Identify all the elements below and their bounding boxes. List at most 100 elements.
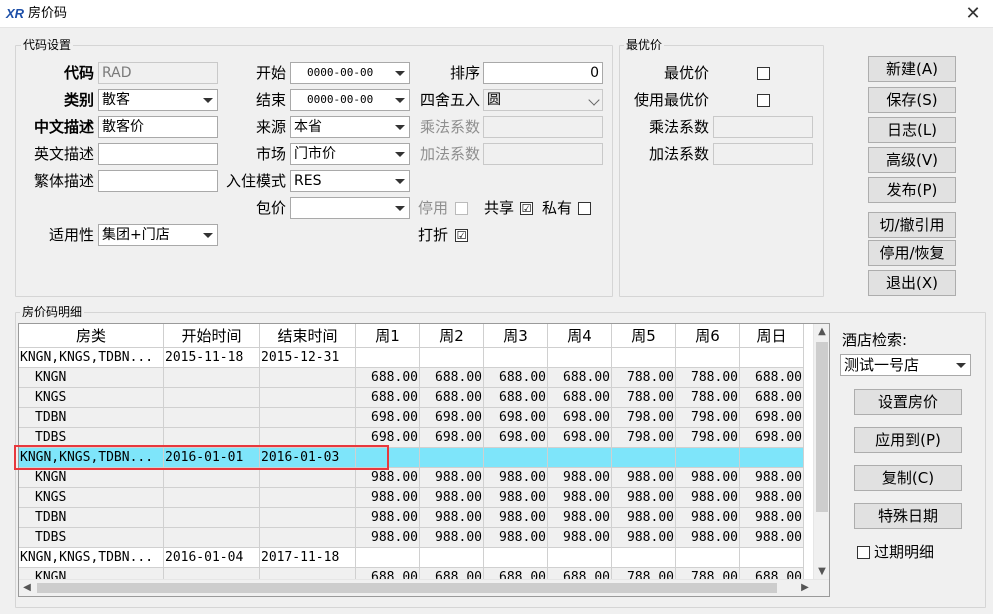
- grid-cell[interactable]: [260, 368, 356, 388]
- arrow-right-icon[interactable]: ▶: [797, 580, 813, 596]
- grid-cell[interactable]: [484, 448, 548, 468]
- grid-cell[interactable]: [676, 448, 740, 468]
- tc-desc-field[interactable]: [98, 170, 218, 192]
- advanced-button[interactable]: 高级(V): [868, 147, 956, 173]
- grid-cell[interactable]: 798.00: [612, 408, 676, 428]
- shared-checkbox[interactable]: ☑: [520, 202, 533, 215]
- grid-cell[interactable]: 988.00: [612, 488, 676, 508]
- grid-cell[interactable]: 988.00: [356, 468, 420, 488]
- grid-cell[interactable]: 688.00: [484, 388, 548, 408]
- rounding-select[interactable]: 圆: [483, 89, 603, 111]
- arrow-down-icon[interactable]: ▼: [814, 564, 829, 580]
- table-row[interactable]: KNGN,KNGS,TDBN... 2016-01-04 2017-11-18: [19, 548, 815, 568]
- table-row[interactable]: TDBS 988.00 988.00 988.00 988.00 988.00 988.00…: [19, 528, 815, 548]
- set-price-button[interactable]: 设置房价: [854, 389, 962, 415]
- horizontal-scroll-thumb[interactable]: [37, 583, 777, 593]
- grid-cell[interactable]: 688.00: [740, 368, 804, 388]
- start-date-picker[interactable]: 0000-00-00: [290, 62, 410, 84]
- grid-cell[interactable]: KNGN,KNGS,TDBN...: [19, 548, 164, 568]
- close-button[interactable]: ✕: [953, 0, 993, 28]
- grid-cell[interactable]: 698.00: [548, 428, 612, 448]
- grid-cell[interactable]: 988.00: [420, 528, 484, 548]
- grid-cell[interactable]: [548, 548, 612, 568]
- grid-header-cell[interactable]: 开始时间: [164, 324, 260, 348]
- save-button[interactable]: 保存(S): [868, 87, 956, 113]
- grid-cell[interactable]: 988.00: [740, 508, 804, 528]
- copy-button[interactable]: 复制(C): [854, 465, 962, 491]
- mult-field[interactable]: [483, 116, 603, 138]
- best-price-checkbox[interactable]: [757, 67, 770, 80]
- horizontal-scrollbar[interactable]: ◀ ▶: [19, 579, 829, 596]
- exit-button[interactable]: 退出(X): [868, 270, 956, 296]
- grid-cell[interactable]: 988.00: [484, 468, 548, 488]
- grid-cell[interactable]: KNGS: [19, 488, 164, 508]
- grid-cell[interactable]: [612, 448, 676, 468]
- grid-cell[interactable]: 698.00: [356, 408, 420, 428]
- grid-cell[interactable]: 2017-11-18: [260, 548, 356, 568]
- grid-cell[interactable]: TDBN: [19, 408, 164, 428]
- grid-cell[interactable]: 988.00: [484, 528, 548, 548]
- grid-cell[interactable]: 698.00: [484, 428, 548, 448]
- grid-cell[interactable]: 698.00: [548, 408, 612, 428]
- grid-cell[interactable]: [164, 408, 260, 428]
- grid-cell[interactable]: [740, 448, 804, 468]
- special-date-button[interactable]: 特殊日期: [854, 503, 962, 529]
- grid-cell[interactable]: 788.00: [612, 388, 676, 408]
- use-best-price-checkbox[interactable]: [757, 94, 770, 107]
- grid-cell[interactable]: [356, 548, 420, 568]
- grid-cell[interactable]: KNGS: [19, 388, 164, 408]
- grid-cell[interactable]: 988.00: [740, 528, 804, 548]
- grid-cell[interactable]: [260, 408, 356, 428]
- grid-header-cell[interactable]: 周5: [612, 324, 676, 348]
- grid-cell[interactable]: 2015-11-18: [164, 348, 260, 368]
- grid-cell[interactable]: [164, 488, 260, 508]
- grid-cell[interactable]: KNGN: [19, 368, 164, 388]
- grid-cell[interactable]: 2016-01-04: [164, 548, 260, 568]
- private-checkbox[interactable]: [578, 202, 591, 215]
- package-select[interactable]: [290, 197, 410, 219]
- toggle-reference-button[interactable]: 切/撤引用: [868, 212, 956, 238]
- grid-cell[interactable]: [260, 468, 356, 488]
- grid-cell[interactable]: 698.00: [740, 428, 804, 448]
- vertical-scroll-thumb[interactable]: [816, 342, 828, 512]
- table-row[interactable]: TDBN 988.00 988.00 988.00 988.00 988.00 988.00…: [19, 508, 815, 528]
- grid-cell[interactable]: 698.00: [484, 408, 548, 428]
- grid-cell[interactable]: [260, 388, 356, 408]
- grid-header-cell[interactable]: 周6: [676, 324, 740, 348]
- best-mult-field[interactable]: [713, 116, 813, 138]
- grid-cell[interactable]: 988.00: [740, 488, 804, 508]
- grid-cell[interactable]: 988.00: [484, 508, 548, 528]
- hotel-select[interactable]: 测试一号店: [840, 354, 971, 376]
- grid-cell[interactable]: [420, 548, 484, 568]
- grid-cell[interactable]: 988.00: [676, 528, 740, 548]
- grid-cell[interactable]: 688.00: [420, 368, 484, 388]
- grid-cell[interactable]: 988.00: [356, 488, 420, 508]
- grid-cell[interactable]: 988.00: [484, 488, 548, 508]
- grid-cell[interactable]: 988.00: [356, 508, 420, 528]
- disable-restore-button[interactable]: 停用/恢复: [868, 240, 956, 266]
- grid-cell[interactable]: KNGN: [19, 468, 164, 488]
- grid-cell[interactable]: 688.00: [484, 368, 548, 388]
- discount-checkbox[interactable]: ☑: [455, 229, 468, 242]
- apply-to-button[interactable]: 应用到(P): [854, 427, 962, 453]
- grid-cell[interactable]: 798.00: [676, 408, 740, 428]
- grid-cell[interactable]: 788.00: [676, 388, 740, 408]
- grid-cell[interactable]: [612, 348, 676, 368]
- market-select[interactable]: 门市价: [290, 143, 410, 165]
- grid-header-cell[interactable]: 结束时间: [260, 324, 356, 348]
- code-field[interactable]: RAD: [98, 62, 218, 84]
- grid-cell[interactable]: [548, 348, 612, 368]
- grid-cell[interactable]: [420, 348, 484, 368]
- en-desc-field[interactable]: [98, 143, 218, 165]
- vertical-scrollbar[interactable]: ▲ ▼: [813, 324, 829, 580]
- grid-cell[interactable]: TDBS: [19, 528, 164, 548]
- grid-cell[interactable]: [548, 448, 612, 468]
- end-date-picker[interactable]: 0000-00-00: [290, 89, 410, 111]
- grid-header-cell[interactable]: 周1: [356, 324, 420, 348]
- grid-cell[interactable]: 988.00: [612, 508, 676, 528]
- grid-cell[interactable]: 988.00: [676, 508, 740, 528]
- grid-cell[interactable]: [740, 548, 804, 568]
- grid-cell[interactable]: 988.00: [612, 528, 676, 548]
- grid-cell[interactable]: 698.00: [420, 428, 484, 448]
- arrow-up-icon[interactable]: ▲: [814, 324, 829, 340]
